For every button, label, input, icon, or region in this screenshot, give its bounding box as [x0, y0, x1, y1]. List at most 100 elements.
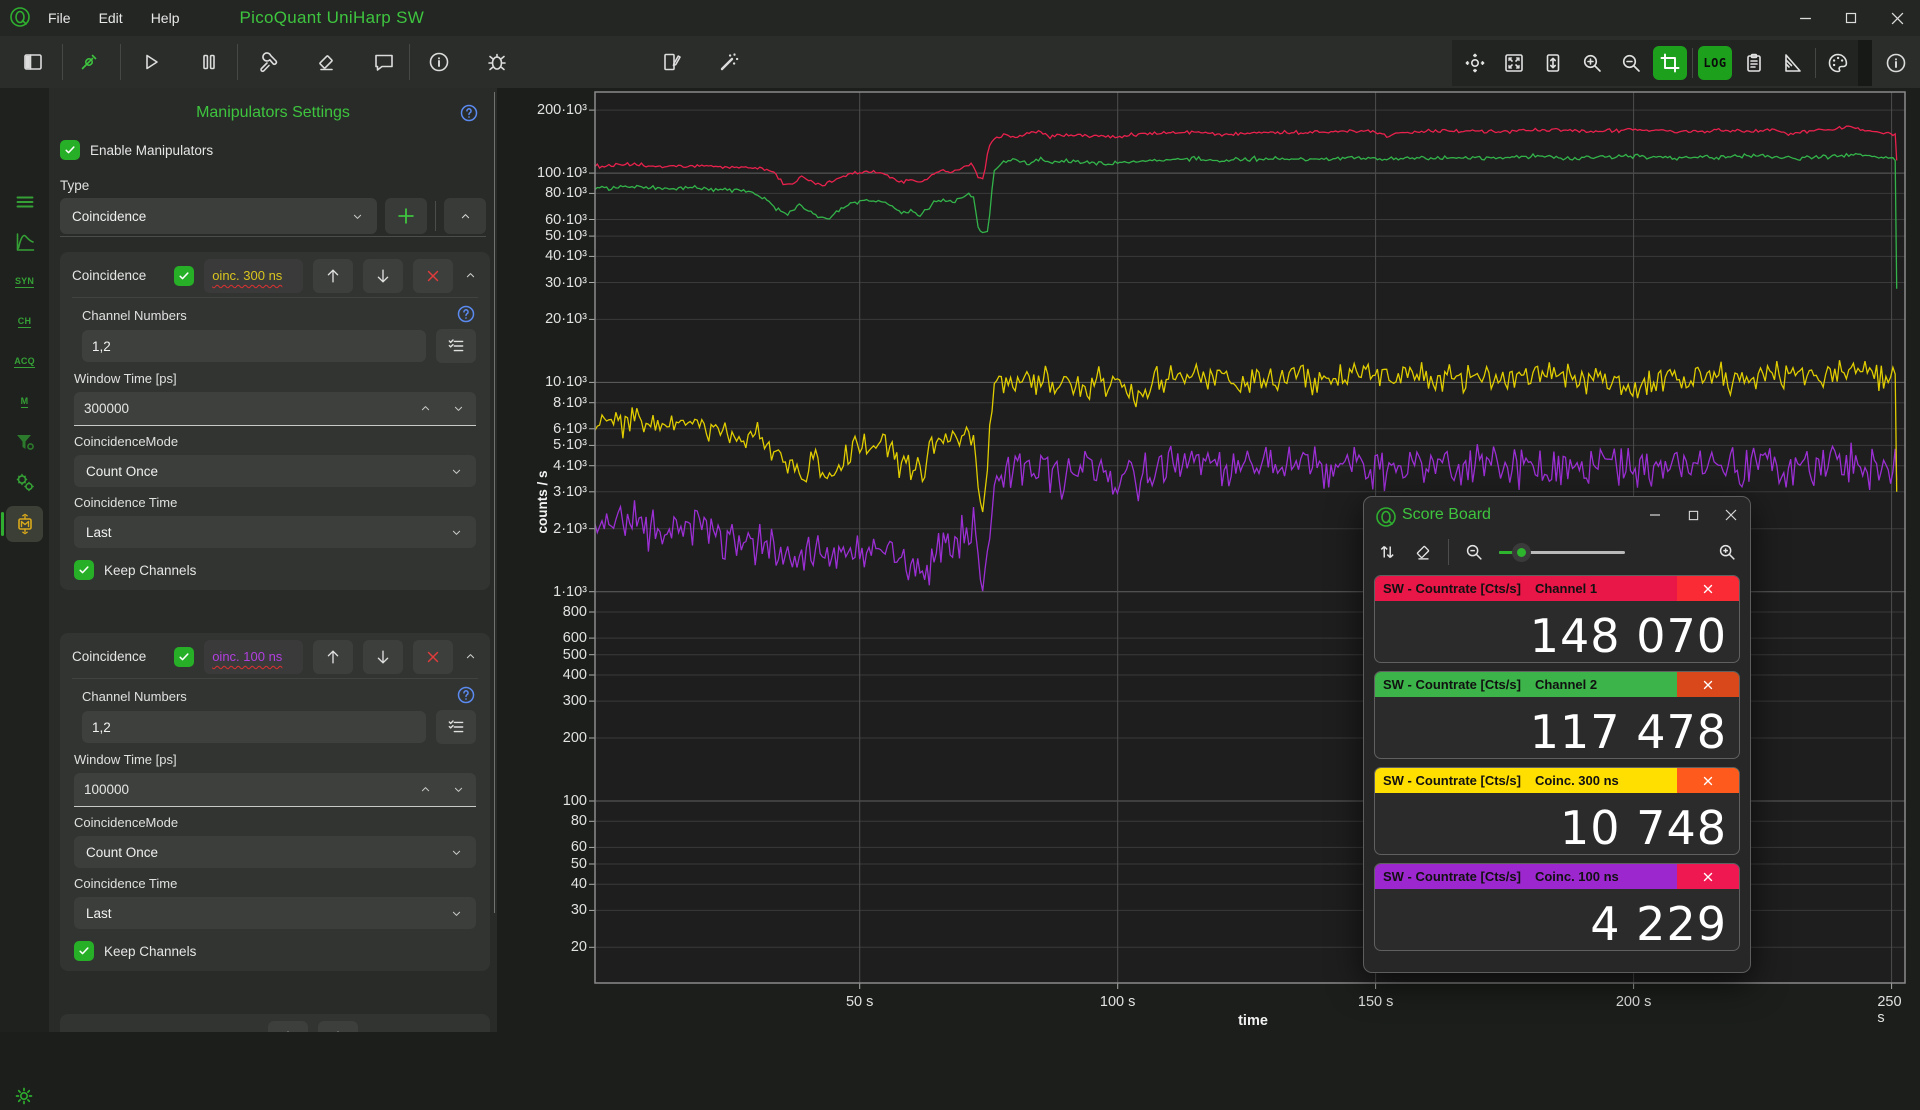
add-manipulator-button[interactable] — [385, 198, 427, 234]
sidebar-item-gears-icon[interactable] — [6, 464, 43, 500]
settings-gear-icon[interactable] — [10, 1082, 38, 1110]
x-tick-label: 100 s — [1100, 994, 1135, 1010]
fit-vertical-icon[interactable] — [1536, 46, 1570, 80]
spin-up-icon[interactable] — [418, 782, 433, 797]
channel-checklist-button[interactable] — [436, 329, 476, 363]
ruler-icon[interactable] — [1776, 46, 1810, 80]
close-score-card-button[interactable] — [1677, 672, 1739, 697]
window-time-input[interactable]: 300000 — [74, 392, 476, 426]
window-time-input[interactable]: 100000 — [74, 773, 476, 807]
bug-icon[interactable] — [478, 43, 516, 81]
score-board-window[interactable]: Score Board SW - Countrate [Cts/s] Chann… — [1363, 496, 1751, 973]
channel-checklist-button[interactable] — [436, 710, 476, 744]
x-tick-label: 50 s — [846, 994, 873, 1010]
about-person-icon[interactable] — [420, 43, 458, 81]
sort-arrows-icon[interactable] — [1376, 541, 1398, 563]
sidebar-item-channel-icon[interactable]: CH — [6, 304, 43, 340]
section-enabled-checkbox[interactable] — [174, 647, 194, 667]
coincidence-mode-dropdown[interactable]: Count Once — [74, 455, 476, 487]
coincidence-time-dropdown[interactable]: Last — [74, 897, 476, 929]
log-scale-button[interactable]: LOG — [1698, 46, 1732, 80]
move-down-button[interactable] — [363, 640, 403, 674]
delete-section-button[interactable] — [413, 640, 453, 674]
help-icon[interactable] — [459, 103, 479, 123]
zoom-slider-thumb[interactable] — [1512, 543, 1531, 562]
channel-numbers-input[interactable]: 1,2 — [82, 711, 426, 743]
help-icon[interactable] — [456, 304, 476, 324]
palette-icon[interactable] — [1821, 46, 1855, 80]
close-score-card-button[interactable] — [1677, 576, 1739, 601]
eraser-icon[interactable] — [1412, 541, 1434, 563]
pan-icon[interactable] — [1458, 46, 1492, 80]
close-score-card-button[interactable] — [1677, 768, 1739, 793]
sidebar-item-menu-icon[interactable] — [6, 184, 43, 220]
zoom-slider[interactable] — [1499, 543, 1625, 561]
coincidence-time-dropdown[interactable]: Last — [74, 516, 476, 548]
enable-manipulators-checkbox[interactable] — [60, 140, 80, 160]
score-card-3: SW - Countrate [Cts/s] Coinc. 300 ns 10 … — [1374, 767, 1740, 855]
info-circle-icon[interactable] — [1872, 40, 1920, 86]
score-board-titlebar[interactable]: Score Board — [1364, 497, 1750, 533]
close-score-card-button[interactable] — [1677, 864, 1739, 889]
spin-up-icon[interactable] — [418, 401, 433, 416]
report-icon[interactable] — [1737, 46, 1771, 80]
section-enabled-checkbox[interactable] — [174, 266, 194, 286]
sidebar-item-marker-icon[interactable]: M — [6, 384, 43, 420]
sidebar-item-filter-icon[interactable] — [6, 424, 43, 460]
maximize-icon[interactable] — [1674, 498, 1712, 532]
minimize-icon[interactable] — [1782, 0, 1828, 36]
coincidence-mode-dropdown[interactable]: Count Once — [74, 836, 476, 868]
spin-down-icon[interactable] — [451, 782, 466, 797]
channel-numbers-input[interactable]: 1,2 — [82, 330, 426, 362]
type-dropdown[interactable]: Coincidence — [60, 198, 377, 234]
minimize-icon[interactable] — [1636, 498, 1674, 532]
zoom-out-icon[interactable] — [1463, 541, 1485, 563]
manipulator-name-field[interactable]: oinc. 100 ns — [204, 640, 303, 674]
collapse-all-button[interactable] — [444, 198, 486, 234]
panel-scrollbar-track[interactable] — [494, 92, 495, 913]
chat-bubble-icon[interactable] — [365, 43, 403, 81]
move-down-button[interactable] — [363, 259, 403, 293]
collapse-section-icon[interactable] — [463, 268, 478, 283]
zoom-box-icon[interactable] — [1653, 46, 1687, 80]
menu-edit[interactable]: Edit — [85, 0, 137, 36]
sidebar-item-acquisition-icon[interactable]: ACQ — [6, 344, 43, 380]
connect-plug-icon[interactable] — [70, 43, 108, 81]
score-channel-label: Channel 2 — [1535, 677, 1597, 692]
menu-help[interactable]: Help — [137, 0, 194, 36]
menu-file[interactable]: File — [34, 0, 85, 36]
move-up-button[interactable] — [313, 640, 353, 674]
channel-numbers-label: Channel Numbers — [74, 689, 476, 704]
section-title: Coincidence — [72, 649, 164, 664]
keep-channels-checkbox[interactable] — [74, 941, 94, 961]
close-icon[interactable] — [1874, 0, 1920, 36]
sidebar-item-histogram-icon[interactable] — [6, 224, 43, 260]
sidebar-item-manipulators-icon[interactable] — [6, 506, 43, 542]
maximize-icon[interactable] — [1828, 0, 1874, 36]
zoom-out-icon[interactable] — [1614, 46, 1648, 80]
pause-icon[interactable] — [190, 43, 228, 81]
move-up-button[interactable] — [313, 259, 353, 293]
help-icon[interactable] — [456, 685, 476, 705]
manipulator-name-field[interactable]: oinc. 300 ns — [204, 259, 303, 293]
y-tick-label: 2·10³ — [553, 521, 587, 537]
close-icon[interactable] — [1712, 498, 1750, 532]
zoom-in-icon[interactable] — [1575, 46, 1609, 80]
spin-down-icon[interactable] — [451, 401, 466, 416]
play-icon[interactable] — [132, 43, 170, 81]
delete-section-button[interactable] — [413, 259, 453, 293]
coincidence-time-label: Coincidence Time — [74, 876, 476, 891]
collapse-section-icon[interactable] — [463, 649, 478, 664]
move-up-button[interactable] — [268, 1021, 308, 1032]
magic-wand-icon[interactable] — [710, 43, 748, 81]
wrench-icon[interactable] — [249, 43, 287, 81]
keep-channels-checkbox[interactable] — [74, 560, 94, 580]
journal-edit-icon[interactable] — [652, 43, 690, 81]
app-title: PicoQuant UniHarp SW — [239, 8, 424, 28]
move-down-button[interactable] — [318, 1021, 358, 1032]
eraser-icon[interactable] — [307, 43, 345, 81]
sidebar-toggle-icon[interactable] — [14, 43, 52, 81]
sidebar-item-sync-channel-icon[interactable]: SYN — [6, 264, 43, 300]
fit-all-icon[interactable] — [1497, 46, 1531, 80]
zoom-in-icon[interactable] — [1716, 541, 1738, 563]
